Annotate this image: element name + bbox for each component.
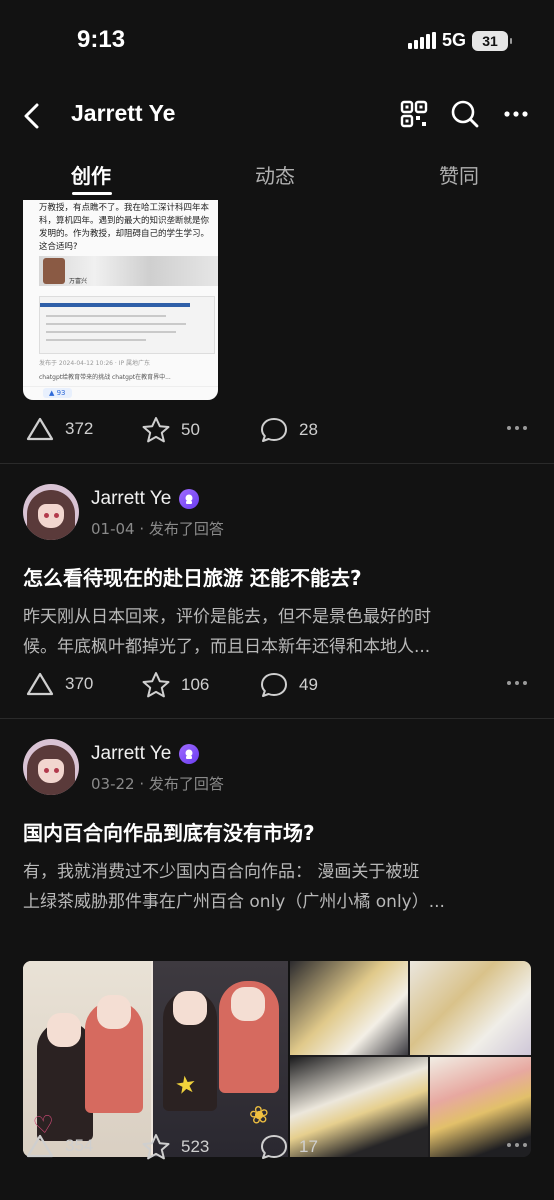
network-type: 5G (441, 30, 466, 50)
thumbnail-page (39, 296, 215, 354)
status-time: 9:13 (77, 26, 126, 53)
author-name: Jarrett Ye (91, 488, 172, 509)
post-date: 03-22 (91, 775, 135, 793)
thumbnail-text: 万教授，有点瞧不了。我在哈工深计科四年本科，算机四年。遇到的最大的知识垄断就是你… (39, 203, 210, 252)
comment-icon (261, 1135, 287, 1159)
favorite-count: 50 (181, 420, 200, 439)
answer-excerpt[interactable]: 有，我就消费过不少国内百合向作品： 漫画关于被班 上绿茶威胁那件事在广州百合 o… (23, 857, 531, 917)
author-name: Jarrett Ye (91, 743, 172, 764)
answer-excerpt[interactable]: 昨天刚从日本回来，评价是能去，但不是景色最好的时 候。年底枫叶都掉光了，而且日本… (23, 602, 531, 662)
favorite-button[interactable]: 50 (141, 416, 200, 444)
favorite-button[interactable]: 106 (141, 671, 209, 699)
comment-icon (261, 673, 287, 697)
thumbnail-name: 万富兴 (69, 278, 88, 285)
question-title[interactable]: 国内百合向作品到底有没有市场? (23, 817, 533, 846)
favorite-count: 523 (181, 1137, 210, 1156)
star-icon (142, 672, 170, 698)
more-icon[interactable] (506, 679, 528, 687)
excerpt-line-2: 候。年底枫叶都掉光了，而且日本新年还得和本地人... (23, 637, 431, 657)
battery-icon: 31 (472, 30, 512, 51)
post-date: 01-04 (91, 520, 135, 538)
excerpt-line-2: 上绿茶威胁那件事在广州百合 only（广州小橘 only）... (23, 892, 445, 912)
star-icon (142, 1134, 170, 1160)
tab-creations[interactable]: 创作 (71, 160, 111, 189)
qr-code-icon[interactable] (400, 100, 428, 128)
like-count: 354 (65, 1136, 94, 1155)
author-row[interactable]: Jarrett Ye (91, 743, 200, 765)
post-meta: 03-22 · 发布了回答 (91, 775, 224, 793)
comment-button[interactable]: 49 (259, 671, 318, 699)
excerpt-line-1: 有，我就消费过不少国内百合向作品： 漫画关于被班 (23, 862, 420, 882)
post-action: 发布了回答 (148, 520, 224, 538)
more-icon[interactable] (506, 424, 528, 432)
creator-badge-icon (179, 744, 200, 764)
star-icon (142, 417, 170, 443)
tab-upvotes[interactable]: 赞同 (439, 160, 479, 189)
like-button[interactable]: 354 (25, 1133, 93, 1159)
comment-count: 28 (299, 420, 318, 439)
post-actions: 354 523 17 (0, 1127, 554, 1167)
post-thumbnail-image[interactable]: 万教授，有点瞧不了。我在哈工深计科四年本科，算机四年。遇到的最大的知识垄断就是你… (23, 200, 218, 400)
post-actions: 372 50 28 (0, 410, 554, 450)
profile-title: Jarrett Ye (71, 100, 176, 126)
creator-badge-icon (179, 489, 200, 509)
post-actions: 370 106 49 (0, 665, 554, 705)
question-title[interactable]: 怎么看待现在的赴日旅游 还能不能去? (23, 562, 533, 591)
active-tab-indicator (72, 192, 112, 195)
search-icon[interactable] (450, 99, 480, 129)
battery-level: 31 (482, 32, 498, 49)
comment-icon (261, 418, 287, 442)
post-action: 发布了回答 (148, 775, 224, 793)
like-button[interactable]: 372 (25, 416, 93, 442)
tab-activity[interactable]: 动态 (255, 160, 295, 189)
favorite-count: 106 (181, 675, 210, 694)
thumbnail-banner (39, 256, 218, 286)
thumbnail-meta: 发布于 2024-04-12 10:26 · IP 属地广东 (39, 360, 150, 367)
status-indicators: 5G 31 (407, 30, 512, 51)
thumbnail-vote: ▲ 93 (43, 388, 72, 398)
status-bar: 9:13 5G 31 (0, 0, 554, 84)
like-button[interactable]: 370 (25, 671, 93, 697)
comment-button[interactable]: 17 (259, 1133, 318, 1161)
post-meta: 01-04 · 发布了回答 (91, 520, 224, 538)
like-count: 370 (65, 674, 94, 693)
thumbnail-chips: chatgpt给教育带来的挑战 chatgpt在教育界中... (39, 374, 171, 381)
divider (0, 718, 554, 719)
upvote-icon (26, 672, 54, 696)
app-header: Jarrett Ye (0, 86, 554, 146)
author-row[interactable]: Jarrett Ye (91, 488, 200, 510)
profile-tabs: 创作 动态 赞同 (0, 148, 554, 200)
avatar[interactable] (23, 484, 79, 540)
comment-count: 49 (299, 675, 318, 694)
more-options-icon[interactable] (504, 104, 528, 124)
more-icon[interactable] (506, 1141, 528, 1149)
upvote-icon (26, 1134, 54, 1158)
excerpt-line-1: 昨天刚从日本回来，评价是能去，但不是景色最好的时 (23, 607, 431, 627)
divider (0, 463, 554, 464)
thumbnail-portrait (43, 258, 65, 284)
avatar[interactable] (23, 739, 79, 795)
comment-count: 17 (299, 1137, 318, 1156)
like-count: 372 (65, 419, 94, 438)
upvote-icon (26, 417, 54, 441)
back-arrow-icon[interactable] (18, 100, 46, 132)
favorite-button[interactable]: 523 (141, 1133, 209, 1161)
signal-icon (407, 32, 436, 49)
comment-button[interactable]: 28 (259, 416, 318, 444)
